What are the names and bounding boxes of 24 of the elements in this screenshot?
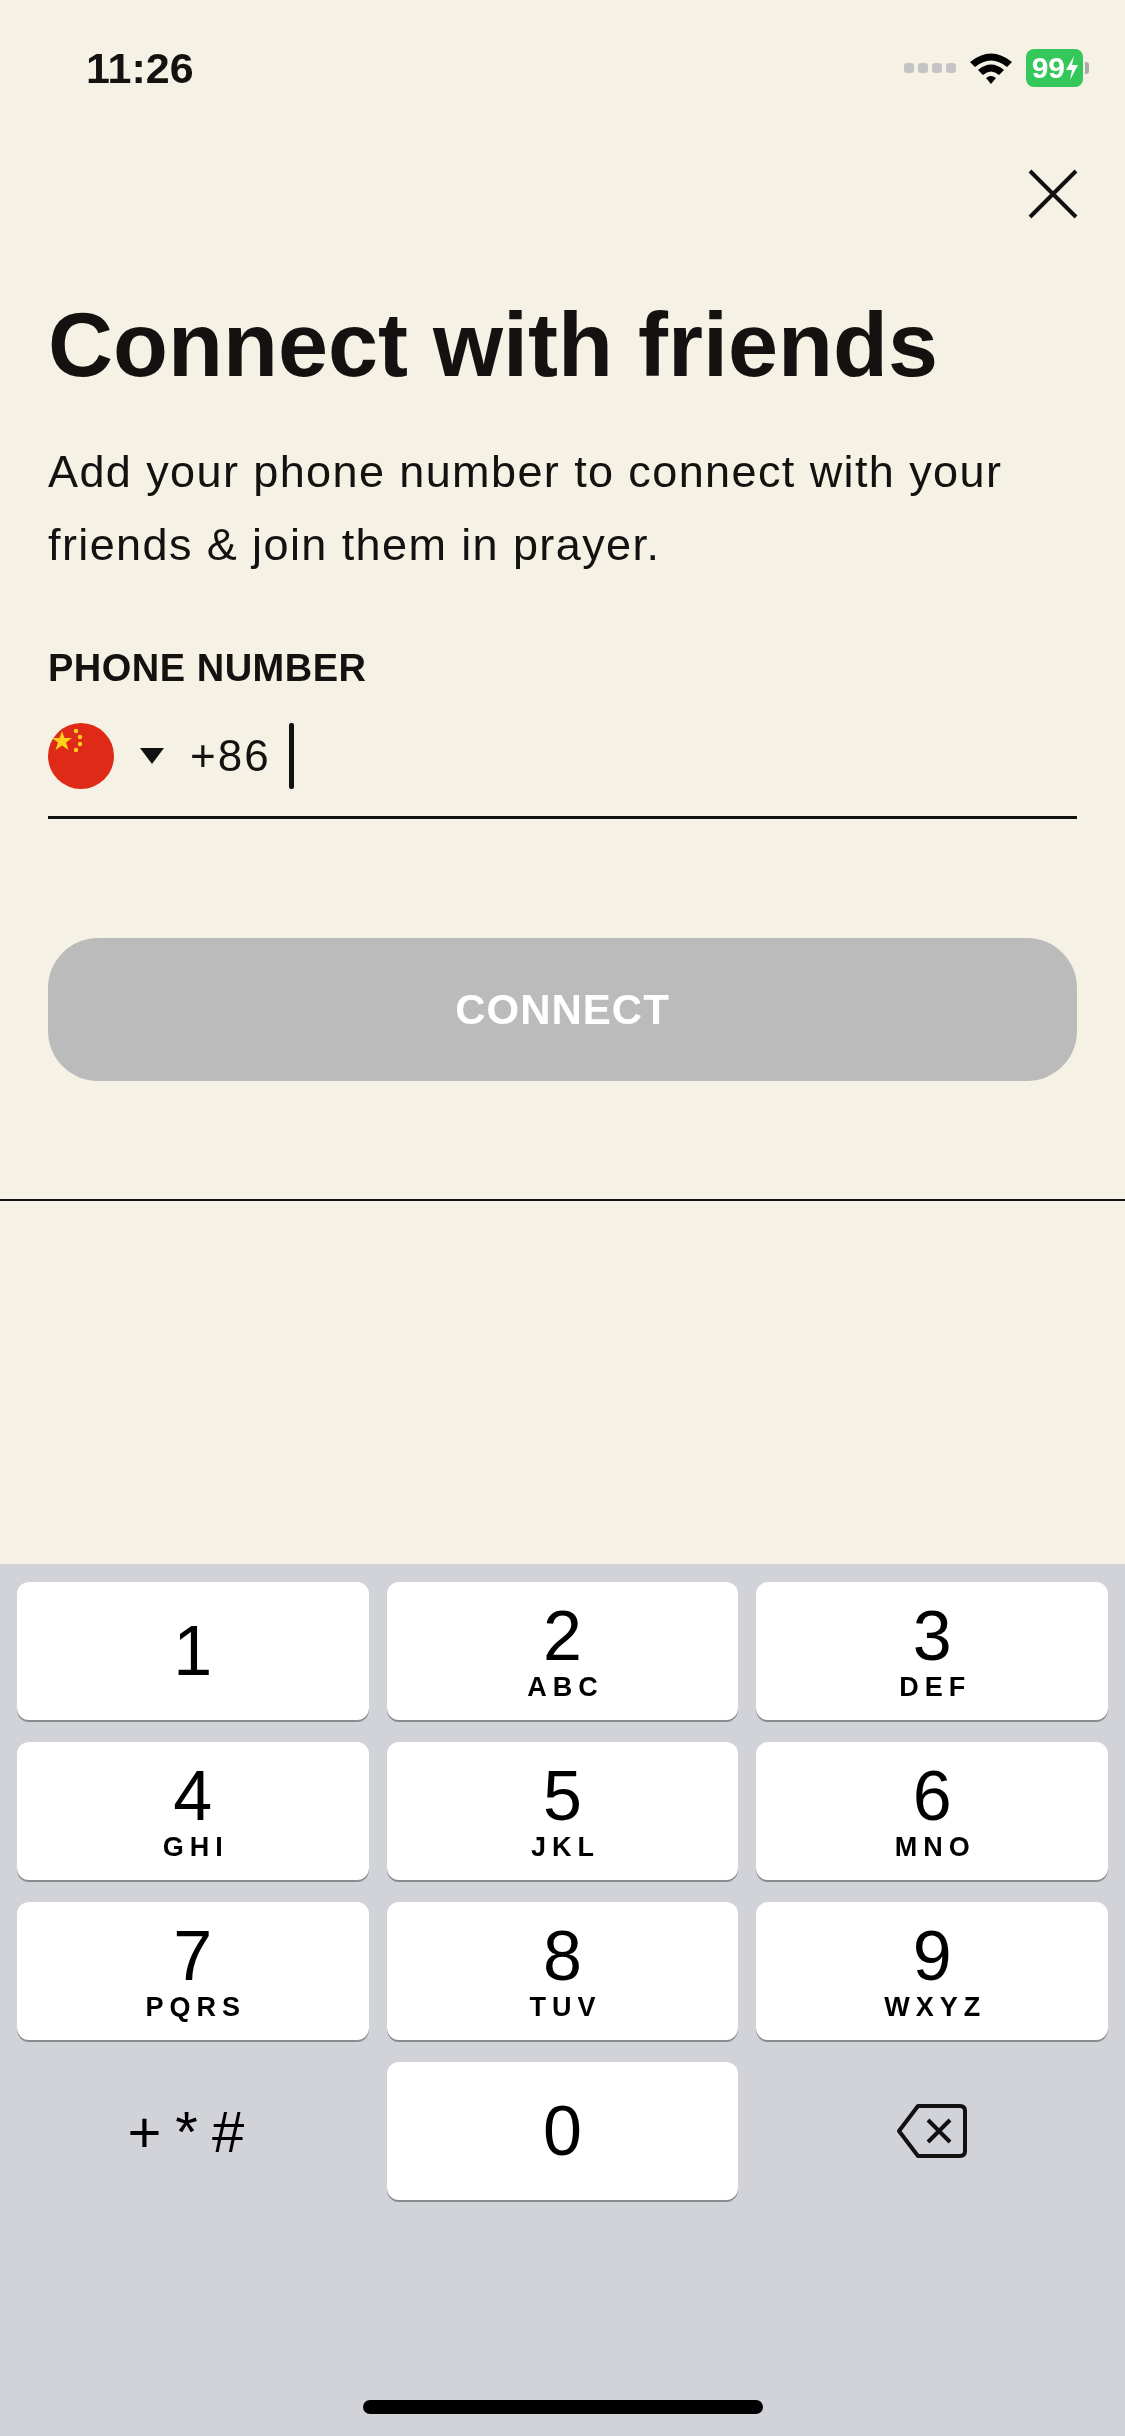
keypad-key[interactable]: 3 DEF (756, 1582, 1108, 1720)
signal-icon (903, 62, 956, 74)
dial-code: +86 (190, 731, 271, 781)
keypad-key[interactable]: 5 JKL (386, 1742, 739, 1880)
phone-field[interactable]: +86 (48, 696, 1077, 819)
backspace-icon[interactable] (896, 2103, 969, 2159)
text-cursor (288, 723, 294, 789)
keypad-key[interactable]: 8 TUV (386, 1902, 739, 2040)
keypad-key[interactable]: 1 (17, 1582, 369, 1720)
keypad-key[interactable]: 9 WXYZ (756, 1902, 1108, 2040)
page-subtitle: Add your phone number to connect with your friends & join them in prayer. (48, 445, 1004, 572)
keypad-key[interactable]: 4 GHI (17, 1742, 369, 1880)
country-picker[interactable] (48, 723, 164, 789)
close-button[interactable] (1027, 168, 1079, 220)
flag-icon (48, 723, 114, 789)
keypad-key[interactable]: 2 ABC (386, 1582, 739, 1720)
keypad-key[interactable]: 0 (386, 2062, 739, 2200)
field-label: PHONE NUMBER (48, 647, 368, 690)
caret-icon (140, 748, 164, 764)
keypad-key[interactable]: 7 PQRS (17, 1902, 369, 2040)
status-time: 11:26 (86, 43, 194, 93)
keypad-key[interactable]: 6 MNO (756, 1742, 1108, 1880)
page-title: Connect with friends (48, 296, 940, 395)
symbols-key[interactable]: +*# (17, 2062, 369, 2200)
